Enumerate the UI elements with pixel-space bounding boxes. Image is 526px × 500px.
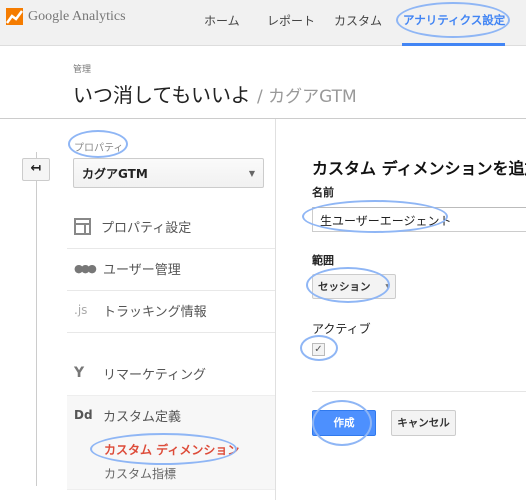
nav-custom[interactable]: カスタム (334, 12, 382, 29)
sidebar-item-tracking-info[interactable]: .js トラッキング情報 (74, 300, 207, 320)
checkmark-icon: ✓ (314, 344, 323, 355)
page-title: いつ消してもいいよ / カグアGTM (73, 79, 357, 108)
layout-icon (74, 217, 91, 235)
sidebar-item-custom-definitions[interactable]: Dd カスタム定義 (74, 405, 181, 425)
name-input-value: 生ユーザーエージェント (320, 214, 452, 228)
property-select[interactable]: カグアGTM ▼ (73, 158, 264, 188)
logo-text: Google Analytics (28, 8, 126, 24)
sidebar-item-property-settings[interactable]: プロパティ設定 (74, 216, 191, 236)
caret-down-icon: ▼ (385, 283, 390, 290)
sidebar-item-label: カスタム定義 (103, 409, 182, 425)
sidebar-subitem-custom-metrics[interactable]: カスタム指標 (104, 465, 176, 482)
sidebar-item-remarketing[interactable]: Y リマーケティング (74, 363, 206, 383)
active-label: アクティブ (312, 322, 371, 336)
js-icon: .js (74, 303, 88, 317)
divider (67, 332, 275, 333)
divider (67, 248, 275, 249)
sidebar-item-label: トラッキング情報 (103, 304, 207, 320)
caret-down-icon: ▼ (248, 168, 255, 178)
back-button[interactable]: ↤ (22, 158, 50, 181)
name-input[interactable]: 生ユーザーエージェント (312, 207, 526, 232)
cancel-button[interactable]: キャンセル (391, 410, 456, 436)
active-checkbox[interactable]: ✓ (312, 343, 325, 356)
property-label: プロパティ (74, 143, 124, 154)
name-label: 名前 (312, 186, 334, 199)
account-name: いつ消してもいいよ (73, 83, 251, 107)
active-nav-underline (402, 43, 505, 46)
breadcrumb[interactable]: 管理 (73, 62, 91, 75)
scope-select[interactable]: セッション ▼ (312, 274, 396, 299)
create-button[interactable]: 作成 (312, 410, 376, 436)
sidebar-item-label: リマーケティング (103, 367, 206, 383)
sidebar-item-user-management[interactable]: ●●● ユーザー管理 (74, 258, 181, 278)
property-name: / カグアGTM (256, 87, 357, 107)
divider (0, 118, 526, 119)
nav-admin[interactable]: アナリティクス設定 (403, 12, 505, 28)
create-button-label: 作成 (333, 417, 355, 429)
analytics-logo-icon (6, 8, 23, 25)
sidebar-item-label: プロパティ設定 (101, 220, 192, 236)
cancel-button-label: キャンセル (397, 417, 450, 429)
divider (312, 391, 526, 392)
dd-icon: Dd (74, 408, 93, 422)
tree-line (36, 152, 37, 486)
scope-label: 範囲 (312, 254, 334, 267)
divider (67, 290, 275, 291)
fork-icon: Y (74, 365, 85, 381)
back-arrow-icon: ↤ (30, 161, 42, 176)
google-analytics-logo[interactable]: Google Analytics (6, 8, 126, 25)
nav-reports[interactable]: レポート (267, 12, 315, 29)
users-icon: ●●● (74, 261, 97, 275)
nav-home[interactable]: ホーム (204, 12, 240, 29)
sidebar-subitem-custom-dimensions[interactable]: カスタム ディメンション (104, 441, 239, 458)
sidebar-border (275, 119, 276, 500)
property-select-value: カグアGTM (82, 166, 148, 181)
scope-select-value: セッション (318, 281, 371, 293)
sidebar-item-label: ユーザー管理 (103, 262, 181, 278)
form-heading: カスタム ディメンションを追加 (312, 159, 526, 178)
